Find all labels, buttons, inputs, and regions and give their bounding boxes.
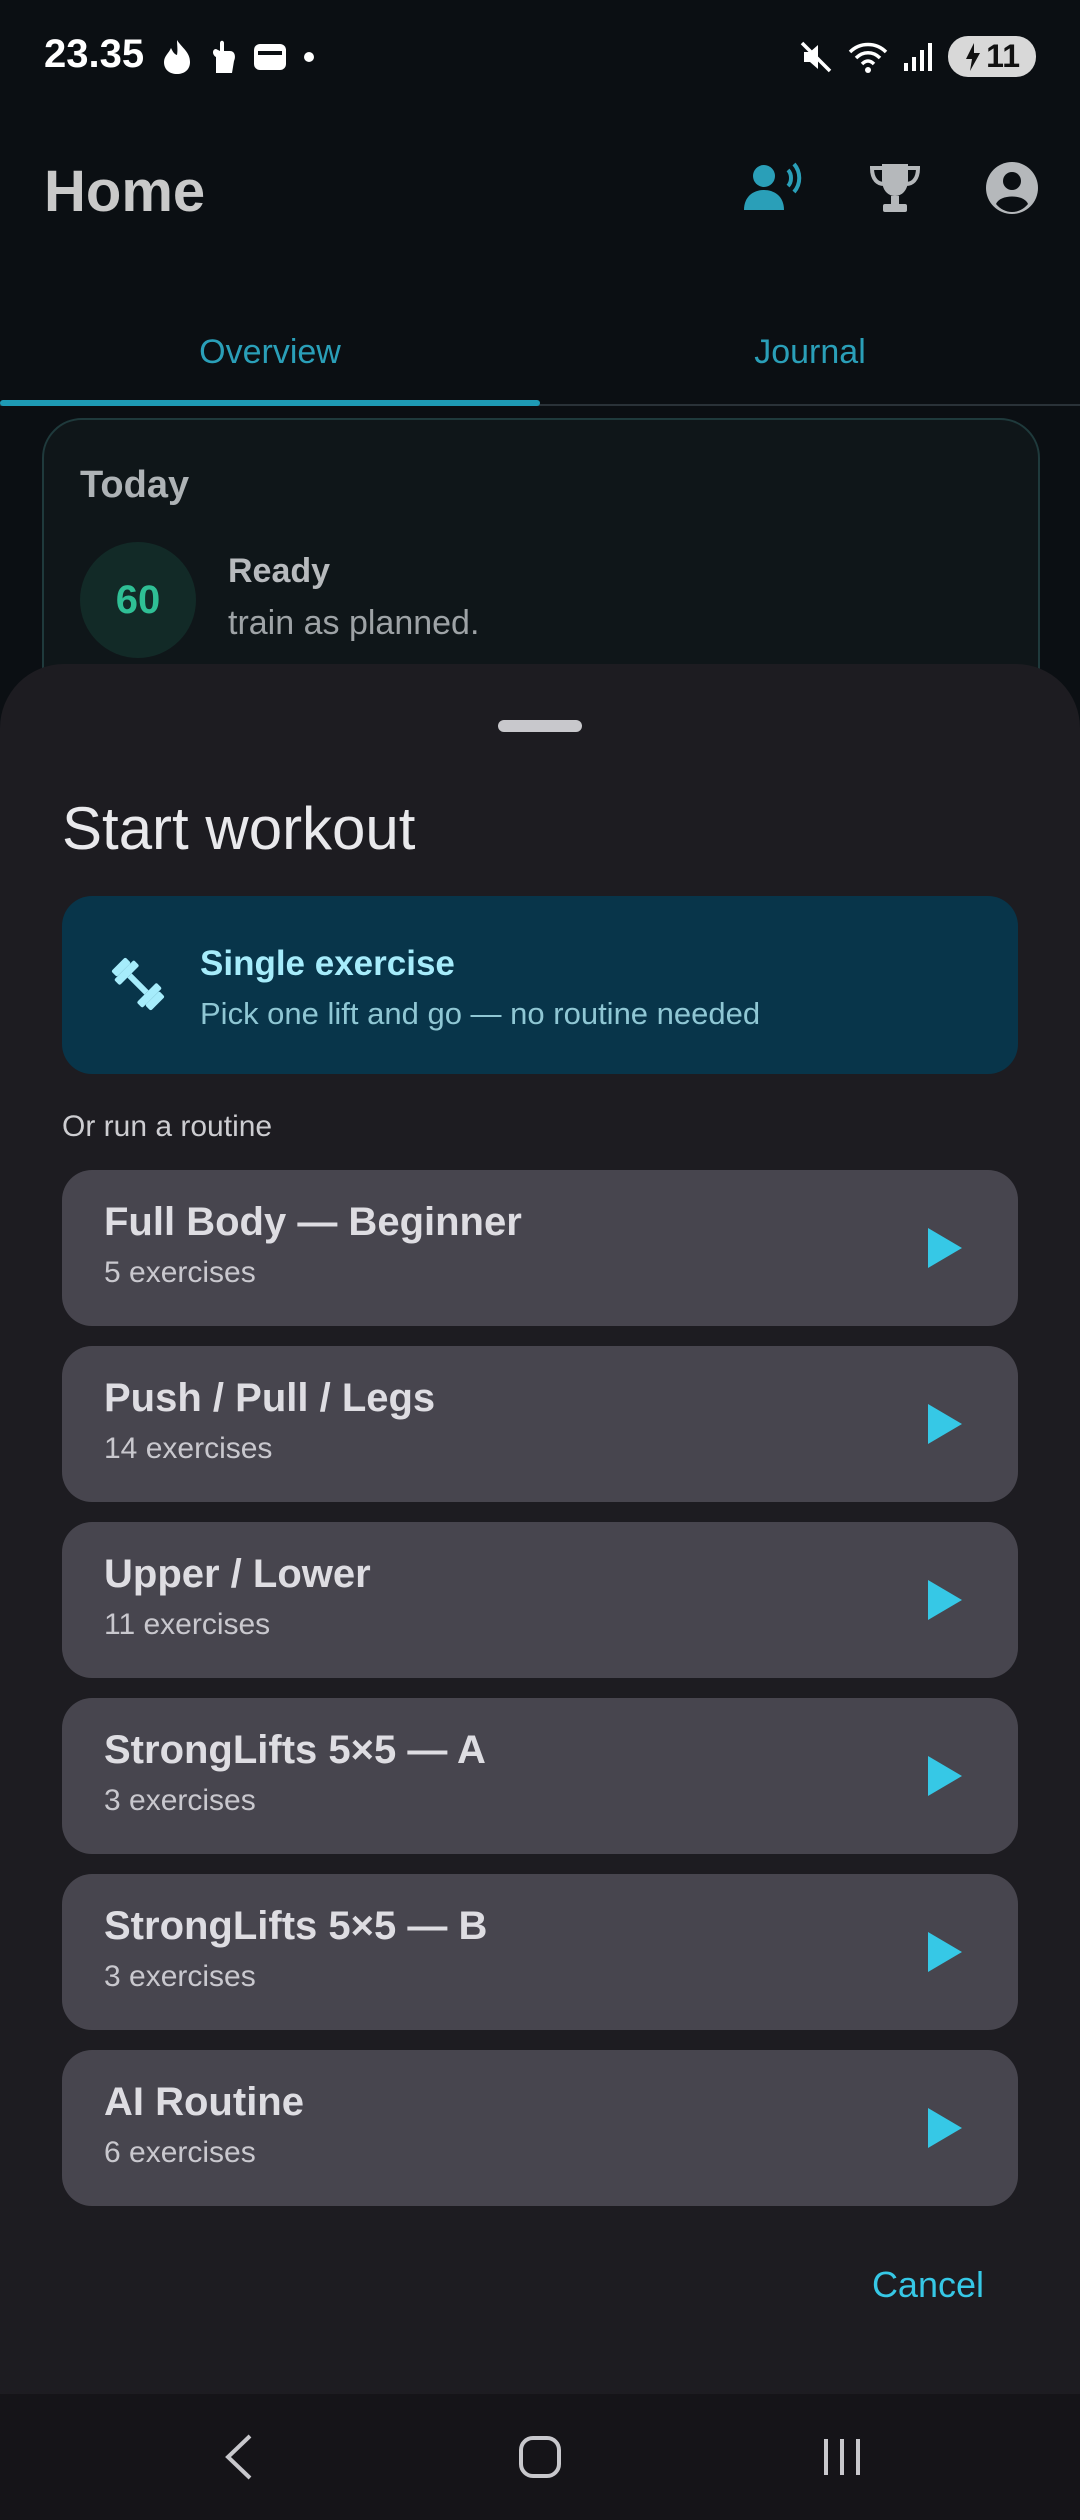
recents-button[interactable] [802,2424,882,2490]
charging-bolt-icon [966,42,981,71]
routine-item[interactable]: Push / Pull / Legs 14 exercises [62,1346,1018,1502]
trophy-icon[interactable] [868,160,922,216]
tab-bar: Overview Journal [0,300,1080,406]
readiness-status: Ready [228,552,331,590]
flame-icon [164,40,190,74]
single-exercise-title: Single exercise [200,944,455,983]
play-icon[interactable] [924,1930,964,1974]
routine-exercise-count: 3 exercises [104,1960,256,1993]
app-bar-actions [742,160,1040,216]
battery-level: 11 [986,38,1020,74]
account-icon[interactable] [984,160,1040,216]
play-icon[interactable] [924,1402,964,1446]
home-icon [519,2436,561,2478]
readiness-score: 60 [80,542,196,658]
play-icon[interactable] [924,1226,964,1270]
routine-section-label: Or run a routine [62,1110,273,1143]
single-exercise-button[interactable]: Single exercise Pick one lift and go — n… [62,896,1018,1074]
back-icon [225,2434,252,2480]
sheet-title: Start workout [62,795,416,862]
routine-name: StrongLifts 5×5 — B [104,1904,488,1948]
routine-name: Full Body — Beginner [104,1200,522,1244]
tab-active-indicator [0,400,540,406]
voice-coach-icon[interactable] [742,160,806,216]
play-icon[interactable] [924,1578,964,1622]
today-title: Today [80,464,190,506]
mute-icon [800,41,832,72]
sheet-drag-handle[interactable] [498,720,582,732]
single-exercise-subtitle: Pick one lift and go — no routine needed [200,996,761,1031]
readiness-subtitle: train as planned. [228,604,480,642]
dot-icon [304,52,314,62]
hand-icon [213,40,235,73]
signal-icon [904,42,933,71]
routine-item[interactable]: AI Routine 6 exercises [62,2050,1018,2206]
start-workout-sheet: Start workout Single exercise Pick one l… [0,664,1080,2394]
status-system-icons: 11 [798,36,1036,77]
routine-item[interactable]: Full Body — Beginner 5 exercises [62,1170,1018,1326]
routine-name: Upper / Lower [104,1552,371,1596]
wifi-icon [848,42,888,73]
home-button[interactable] [500,2424,580,2490]
status-bar: 23.35 11 [0,0,1080,120]
page-title: Home [44,159,206,224]
wallet-icon [254,44,286,70]
routine-item[interactable]: Upper / Lower 11 exercises [62,1522,1018,1678]
cancel-button[interactable]: Cancel [872,2264,984,2306]
play-icon[interactable] [924,1754,964,1798]
routine-name: Push / Pull / Legs [104,1376,436,1420]
routine-name: AI Routine [104,2080,304,2124]
play-icon[interactable] [924,2106,964,2150]
routine-exercise-count: 3 exercises [104,1784,256,1817]
battery-indicator: 11 [948,36,1036,77]
status-time: 23.35 [44,32,145,76]
routine-name: StrongLifts 5×5 — A [104,1728,486,1772]
routine-exercise-count: 6 exercises [104,2136,256,2169]
status-notification-icons [160,38,316,76]
routine-exercise-count: 14 exercises [104,1432,273,1465]
dumbbell-icon [111,957,165,1011]
routine-item[interactable]: StrongLifts 5×5 — B 3 exercises [62,1874,1018,2030]
routine-list: Full Body — Beginner 5 exercises Push / … [62,1170,1018,2226]
system-nav-bar [0,2394,1080,2520]
recents-icon [824,2439,860,2475]
tab-journal[interactable]: Journal [540,300,1080,404]
routine-exercise-count: 5 exercises [104,1256,256,1289]
routine-item[interactable]: StrongLifts 5×5 — A 3 exercises [62,1698,1018,1854]
routine-exercise-count: 11 exercises [104,1608,271,1641]
app-bar: Home [0,150,1080,240]
tab-overview[interactable]: Overview [0,300,540,404]
back-button[interactable] [198,2424,278,2490]
